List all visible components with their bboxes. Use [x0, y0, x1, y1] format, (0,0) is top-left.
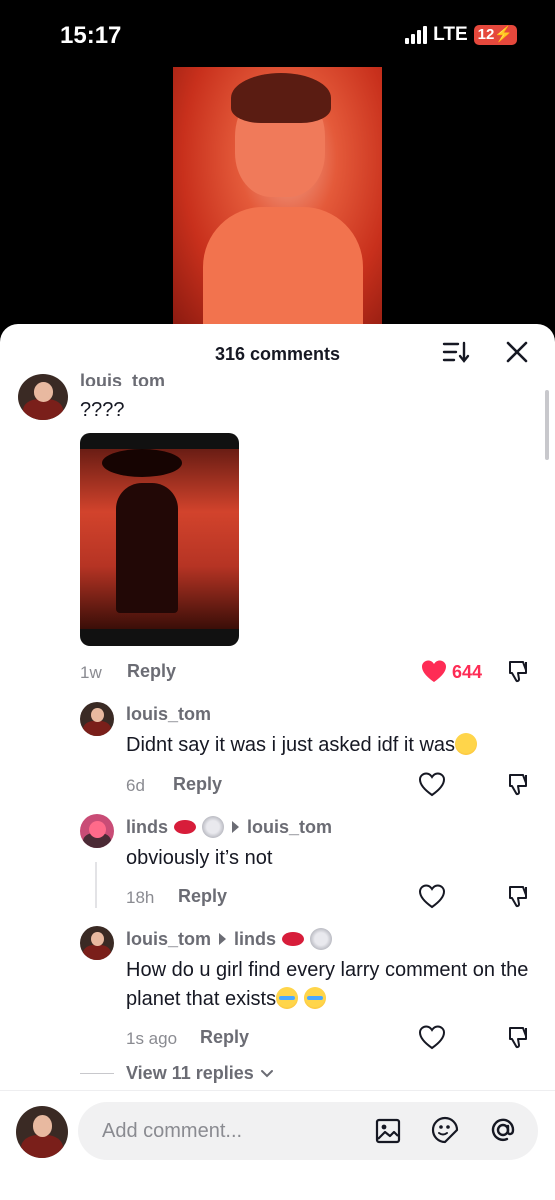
battery-icon: 12⚡: [473, 25, 517, 45]
status-right: LTE 12⚡: [405, 24, 517, 46]
lips-emoji-icon: [174, 820, 197, 834]
reply-arrow-icon: [219, 933, 227, 945]
view-replies-button[interactable]: View 11 replies: [126, 1063, 274, 1084]
reply-to-username[interactable]: louis_tom: [247, 817, 332, 838]
avatar[interactable]: [80, 926, 114, 960]
reply-to-username[interactable]: linds: [234, 929, 276, 950]
close-icon[interactable]: [504, 339, 530, 365]
avatar[interactable]: [80, 702, 114, 736]
dislike-icon[interactable]: [505, 883, 533, 911]
comment-username-text: louis_tom: [80, 372, 166, 386]
heart-outline-icon[interactable]: [418, 1024, 446, 1052]
view-replies-line: [80, 1073, 114, 1074]
reply-button[interactable]: Reply: [178, 886, 227, 907]
comment-username-text: louis_tom: [126, 928, 212, 949]
status-time: 15:17: [60, 22, 122, 49]
video-subject-shirt: [203, 207, 363, 327]
reply-arrow-icon: [232, 821, 240, 833]
comment-username[interactable]: louis_tom: [126, 704, 211, 725]
thread-line: [95, 862, 97, 908]
disco-ball-emoji-icon: [202, 816, 225, 838]
status-bar: 15:17 LTE 12⚡: [0, 0, 555, 70]
comment-text: ????: [80, 399, 125, 421]
add-comment-input[interactable]: [102, 1117, 342, 1145]
avatar[interactable]: [18, 374, 68, 420]
comment-username-text: linds: [126, 816, 169, 837]
mention-icon[interactable]: [488, 1115, 518, 1145]
comment-username[interactable]: louis_tom linds: [126, 928, 333, 950]
dislike-icon[interactable]: [505, 1024, 533, 1052]
scrollbar[interactable]: [545, 390, 549, 460]
laughing-emoji-icon: [455, 733, 478, 755]
comment-text: How do u girl find every larry comment o…: [126, 956, 536, 1014]
avatar[interactable]: [80, 814, 114, 848]
disco-ball-emoji-icon: [310, 928, 333, 950]
comment-age: 1s ago: [126, 1029, 178, 1048]
comment-age: 18h: [126, 888, 155, 907]
comment-age: 1w: [80, 663, 102, 682]
comment-text-content: How do u girl find every larry comment o…: [126, 959, 529, 1010]
reply-button[interactable]: Reply: [173, 774, 222, 795]
comment-username[interactable]: louis_tom: [80, 372, 165, 386]
crying-emoji-icon: [303, 987, 326, 1009]
comments-count-title: 316 comments: [214, 344, 341, 364]
comment-username[interactable]: linds louis_tom: [126, 816, 332, 838]
image-icon[interactable]: [374, 1117, 402, 1145]
comments-sheet: 316 comments louis_tom ???? 1w Reply 644: [0, 324, 555, 1200]
comment-composer[interactable]: [78, 1102, 538, 1160]
reply-button[interactable]: Reply: [127, 661, 176, 682]
signal-icon: [405, 26, 428, 44]
heart-outline-icon[interactable]: [418, 771, 446, 799]
crying-emoji-icon: [276, 987, 299, 1009]
comment-text: obviously it’s not: [126, 847, 273, 869]
battery-level: 12: [477, 26, 495, 43]
sort-icon[interactable]: [442, 340, 470, 364]
network-label: LTE: [433, 24, 468, 45]
comment-age: 6d: [126, 776, 145, 795]
dislike-icon[interactable]: [505, 658, 533, 686]
comment-text-content: Didnt say it was i just asked idf it was: [126, 734, 456, 756]
video-preview[interactable]: [173, 67, 382, 327]
heart-outline-icon[interactable]: [418, 883, 446, 911]
emoji-sticker-icon[interactable]: [430, 1115, 460, 1145]
my-avatar[interactable]: [16, 1106, 68, 1158]
view-replies-label: View 11 replies: [126, 1063, 254, 1083]
chevron-down-icon: [260, 1069, 273, 1077]
composer-divider: [0, 1090, 555, 1091]
heart-filled-icon[interactable]: [420, 658, 448, 686]
likes-count: 644: [452, 662, 483, 682]
lips-emoji-icon: [282, 932, 305, 946]
comment-username-text: louis_tom: [126, 704, 212, 724]
reply-button[interactable]: Reply: [200, 1027, 249, 1048]
comment-photo[interactable]: [80, 433, 239, 646]
video-subject-hair: [231, 73, 331, 123]
dislike-icon[interactable]: [505, 771, 533, 799]
comment-text: Didnt say it was i just asked idf it was: [126, 731, 478, 760]
